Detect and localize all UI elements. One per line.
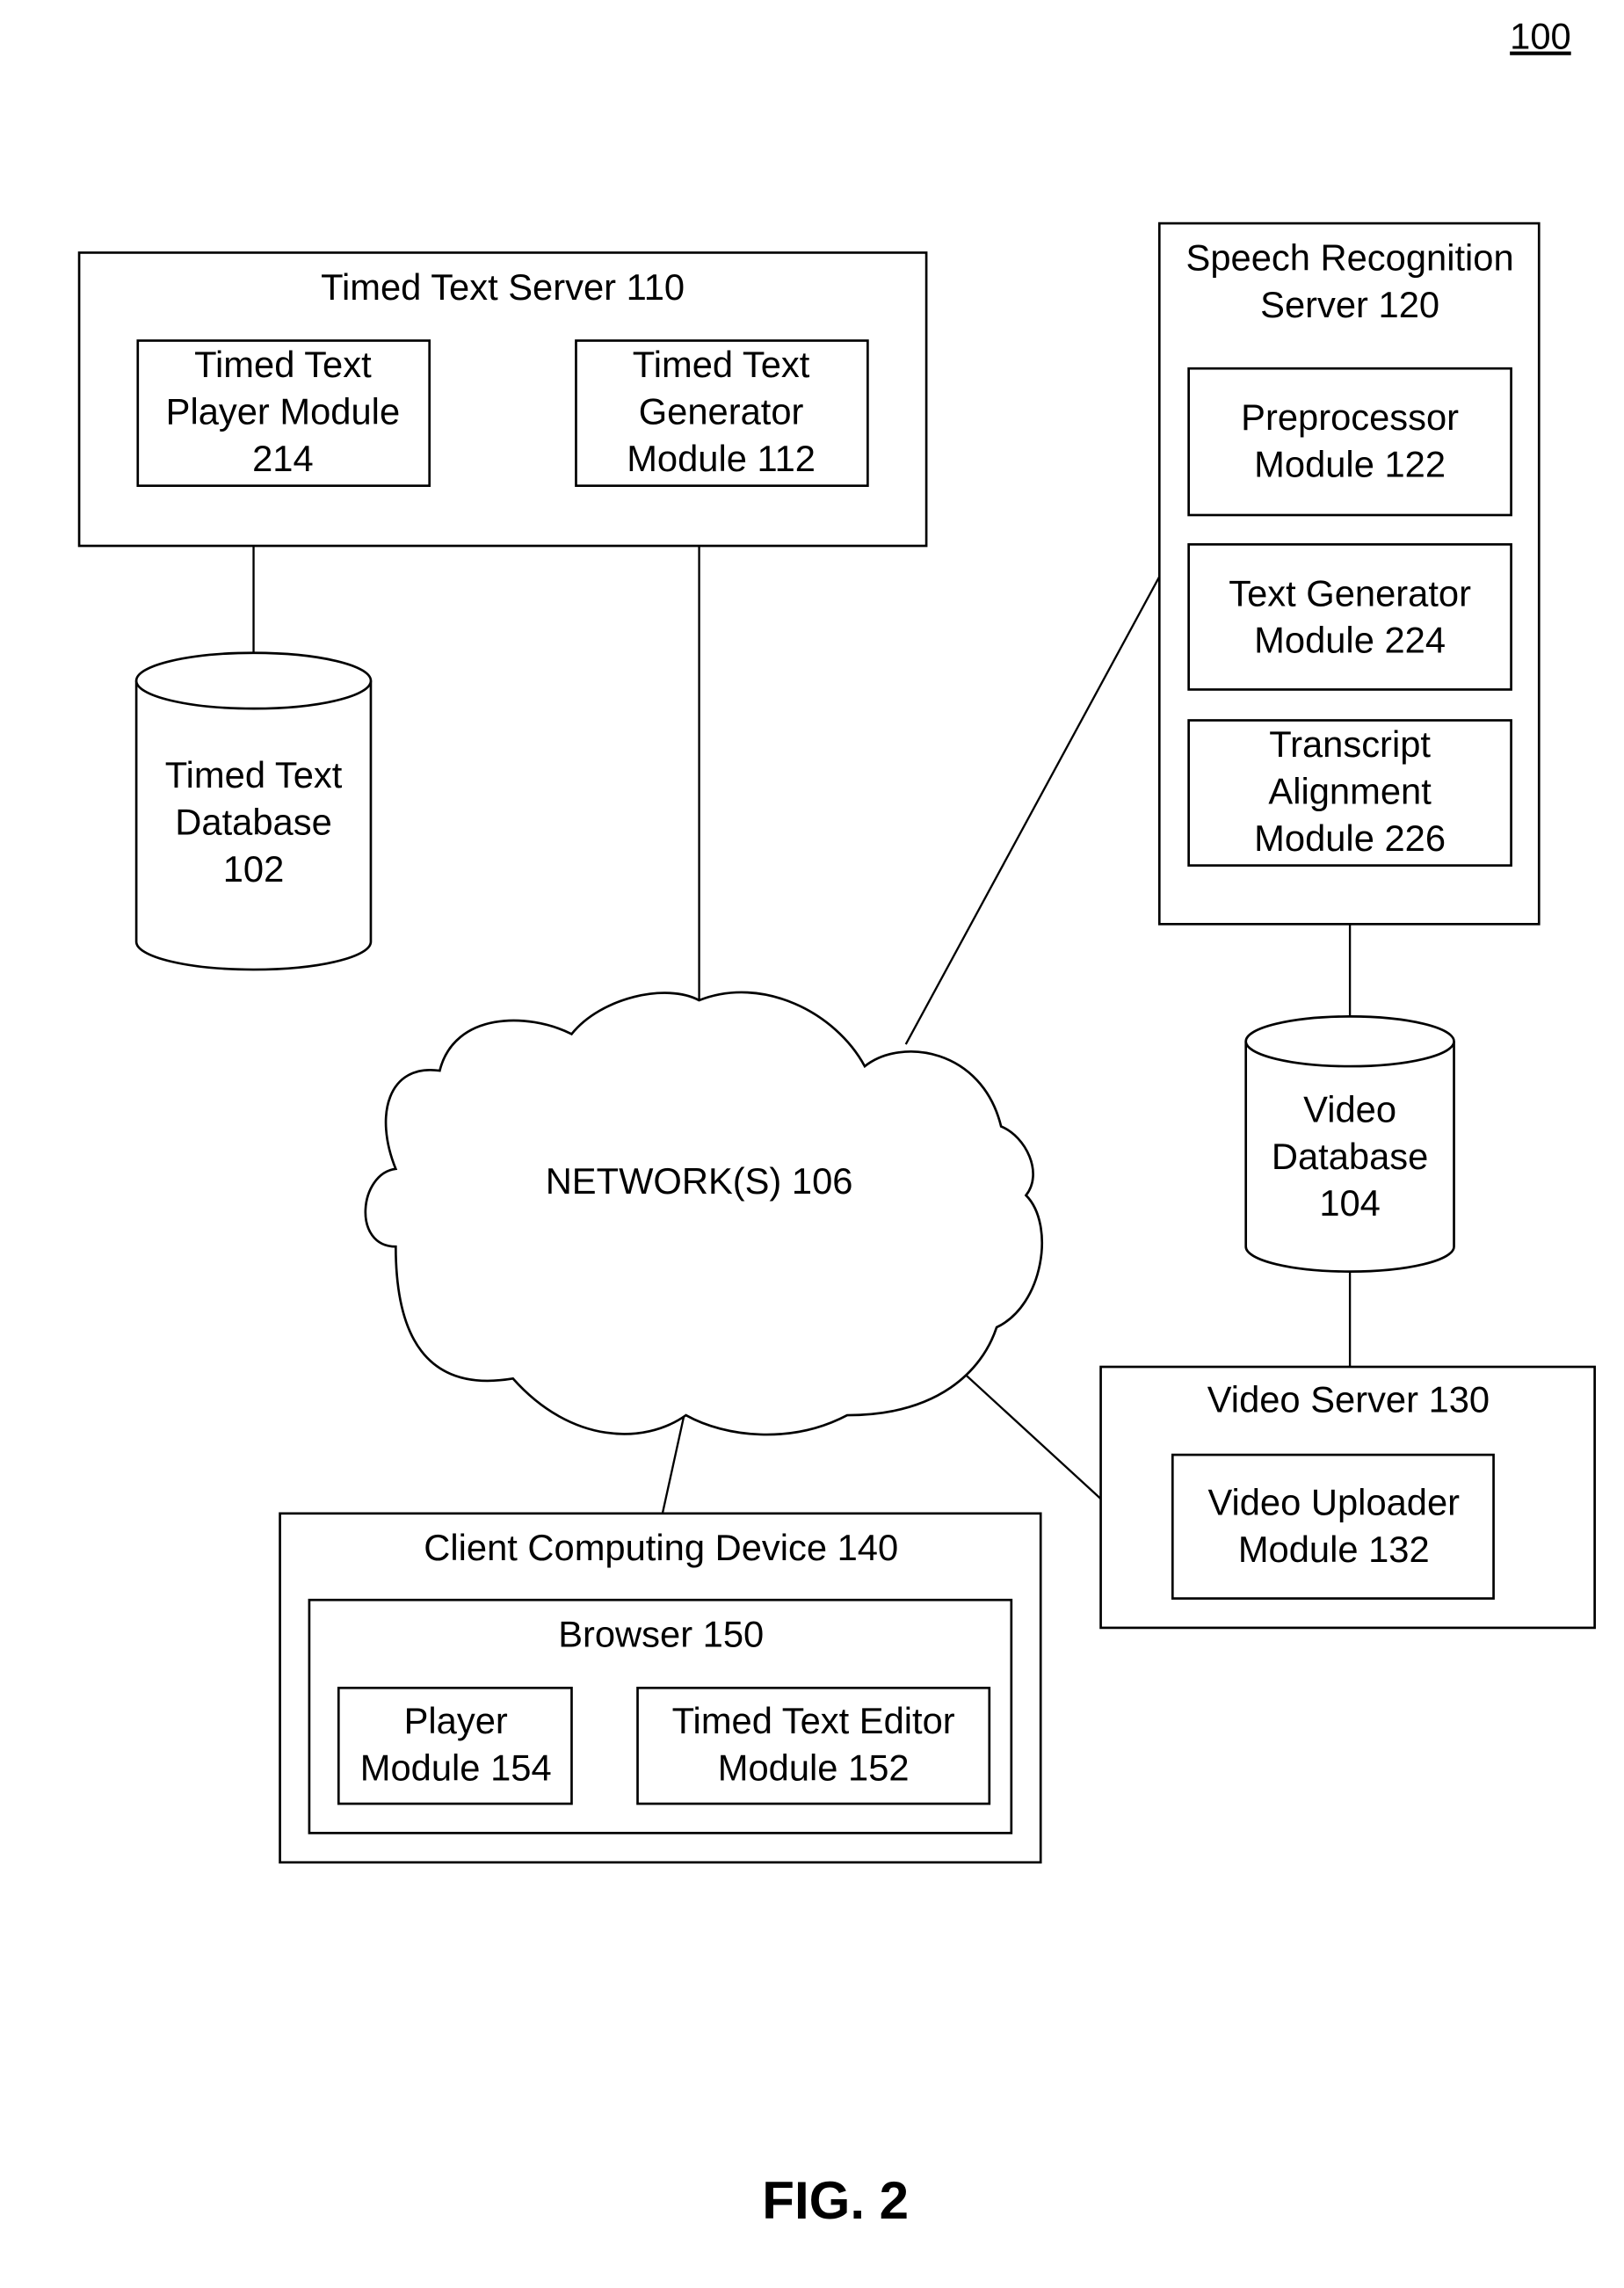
speech-recognition-server: Speech Recognition Server 120 Preprocess… xyxy=(1157,222,1541,926)
video-server-title: Video Server 130 xyxy=(1207,1379,1490,1420)
video-uploader-module-box xyxy=(1171,1453,1495,1600)
module-label-line: Timed Text xyxy=(194,344,372,385)
database-label-line: 104 xyxy=(1319,1182,1381,1224)
database-label-line: 102 xyxy=(223,848,285,890)
preprocessor-module: Preprocessor Module 122 xyxy=(1187,367,1512,517)
module-label-line: Transcript xyxy=(1269,723,1431,765)
database-label-line: Timed Text xyxy=(165,754,343,795)
module-label-line: Module 226 xyxy=(1254,817,1446,859)
timed-text-editor-module: Timed Text Editor Module 152 xyxy=(636,1686,991,1805)
module-label-line: Module 224 xyxy=(1254,620,1446,661)
module-label-line: Timed Text Editor xyxy=(672,1700,955,1741)
timed-text-server-title: Timed Text Server 110 xyxy=(321,266,685,308)
module-label-line: Module 112 xyxy=(627,438,816,479)
database-label-line: Database xyxy=(1272,1136,1428,1177)
network-cloud: NETWORK(S) 106 xyxy=(364,991,1043,1436)
module-label-line: Timed Text xyxy=(633,344,810,385)
timed-text-generator-module: Timed Text Generator Module 112 xyxy=(575,339,869,487)
figure-caption: FIG. 2 xyxy=(762,2171,909,2230)
module-label-line: Module 154 xyxy=(360,1747,552,1788)
timed-text-database: Timed Text Database 102 xyxy=(134,651,373,971)
timed-text-player-module: Timed Text Player Module 214 xyxy=(136,339,431,487)
video-database: Video Database 104 xyxy=(1244,1015,1455,1273)
video-uploader-module: Video Uploader Module 132 xyxy=(1171,1453,1495,1600)
system-diagram: 100 Timed Text Server 110 Timed Text Pla… xyxy=(77,16,1596,2230)
speech-server-title-line: Speech Recognition xyxy=(1186,236,1514,278)
module-label-line: Generator xyxy=(639,391,804,432)
player-module: Player Module 154 xyxy=(337,1686,573,1805)
network-label: NETWORK(S) 106 xyxy=(546,1160,853,1202)
client-device-title: Client Computing Device 140 xyxy=(424,1527,898,1568)
browser: Browser 150 Player Module 154 Timed Text… xyxy=(308,1598,1013,1834)
module-label-line: 214 xyxy=(252,438,314,479)
module-label-line: Preprocessor xyxy=(1241,396,1459,438)
cloud-shape xyxy=(364,991,1043,1436)
browser-title: Browser 150 xyxy=(558,1614,764,1655)
preprocessor-module-box xyxy=(1187,367,1512,517)
speech-server-title-line: Server 120 xyxy=(1260,284,1439,325)
timed-text-server: Timed Text Server 110 Timed Text Player … xyxy=(77,251,928,548)
module-label-line: Module 122 xyxy=(1254,444,1446,485)
module-label-line: Player xyxy=(404,1700,508,1741)
database-label-line: Database xyxy=(175,802,331,843)
database-cylinder-top xyxy=(1244,1015,1455,1068)
module-label-line: Module 152 xyxy=(718,1747,910,1788)
video-server: Video Server 130 Video Uploader Module 1… xyxy=(1099,1365,1596,1630)
module-label-line: Video Uploader xyxy=(1207,1481,1460,1522)
figure-reference: 100 xyxy=(1510,16,1571,57)
module-label-line: Text Generator xyxy=(1229,572,1471,614)
module-label-line: Module 132 xyxy=(1238,1529,1430,1570)
client-computing-device: Client Computing Device 140 Browser 150 … xyxy=(279,1512,1042,1864)
database-label-line: Video xyxy=(1303,1088,1396,1129)
connector-server120-network xyxy=(904,576,1161,1045)
database-cylinder-top xyxy=(134,651,373,710)
transcript-alignment-module: Transcript Alignment Module 226 xyxy=(1187,719,1512,867)
text-generator-module-box xyxy=(1187,543,1512,691)
module-label-line: Alignment xyxy=(1268,771,1432,812)
module-label-line: Player Module xyxy=(166,391,400,432)
text-generator-module: Text Generator Module 224 xyxy=(1187,543,1512,691)
